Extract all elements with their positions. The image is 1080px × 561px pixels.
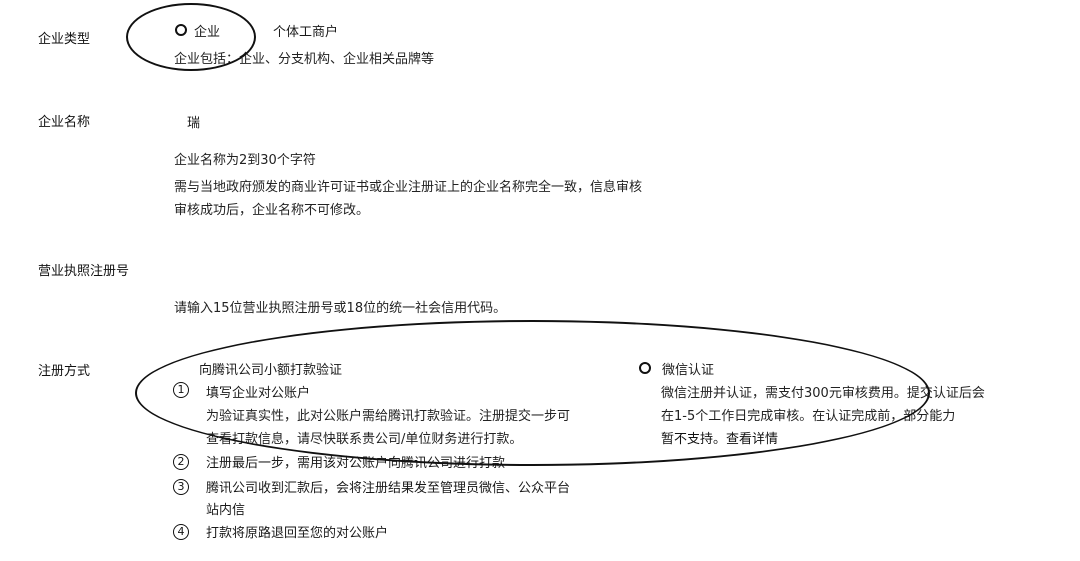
license-number-input[interactable]: 请输入15位营业执照注册号或18位的统一社会信用代码。: [174, 297, 506, 316]
step-3-title-line-2: 站内信: [206, 503, 246, 518]
enterprise-name-hint-immutable: 审核成功后，企业名称不可修改。: [174, 203, 370, 218]
step-4-number: 4: [173, 524, 189, 540]
step-2-number: 2: [173, 454, 189, 470]
enterprise-name-input[interactable]: 瑞: [187, 112, 200, 131]
wechat-desc-line-3: 暂不支持。查看详情: [661, 428, 778, 447]
wechat-desc-line-1: 微信注册并认证，需支付300元审核费用。提交认证后会: [661, 386, 985, 401]
view-details-link[interactable]: 查看详情: [726, 432, 778, 447]
enterprise-name-hint-length: 企业名称为2到30个字符: [174, 153, 316, 168]
step-3-number: 3: [173, 479, 189, 495]
registration-option-wechat[interactable]: 微信认证: [638, 358, 738, 380]
enterprise-type-label: 企业类型: [38, 32, 91, 47]
registration-method-label: 注册方式: [38, 364, 91, 379]
step-1-number: 1: [173, 382, 189, 398]
option-company-label: 企业: [194, 25, 221, 40]
enterprise-type-description: 企业包括：企业、分支机构、企业相关品牌等: [174, 52, 435, 67]
step-1-desc-line-1: 为验证真实性，此对公账户需给腾讯打款验证。注册提交一步可: [206, 409, 571, 424]
radio-selected-icon[interactable]: [175, 24, 187, 36]
license-number-label: 营业执照注册号: [38, 264, 130, 279]
step-2-title: 注册最后一步，需用该对公账户向腾讯公司进行打款: [206, 456, 506, 471]
radio-selected-icon[interactable]: [639, 362, 651, 374]
wechat-desc-text: 暂不支持。: [661, 432, 727, 447]
enterprise-type-option-individual[interactable]: 个体工商户: [273, 21, 338, 40]
enterprise-name-hint-match: 需与当地政府颁发的商业许可证书或企业注册证上的企业名称完全一致，信息审核: [174, 180, 643, 195]
enterprise-name-label: 企业名称: [38, 115, 91, 130]
step-4-title: 打款将原路退回至您的对公账户: [206, 526, 389, 541]
step-3-title: 腾讯公司收到汇款后，会将注册结果发至管理员微信、公众平台: [206, 481, 571, 496]
enterprise-type-option-company[interactable]: 企业: [174, 20, 244, 42]
wechat-desc-line-2: 在1-5个工作日完成审核。在认证完成前，部分能力: [661, 409, 956, 424]
step-1-desc-line-2: 查看打款信息，请尽快联系贵公司/单位财务进行打款。: [206, 432, 523, 447]
registration-option-transfer[interactable]: 向腾讯公司小额打款验证: [199, 359, 342, 378]
step-1-title: 填写企业对公账户: [206, 386, 311, 401]
wechat-option-label: 微信认证: [662, 363, 715, 378]
